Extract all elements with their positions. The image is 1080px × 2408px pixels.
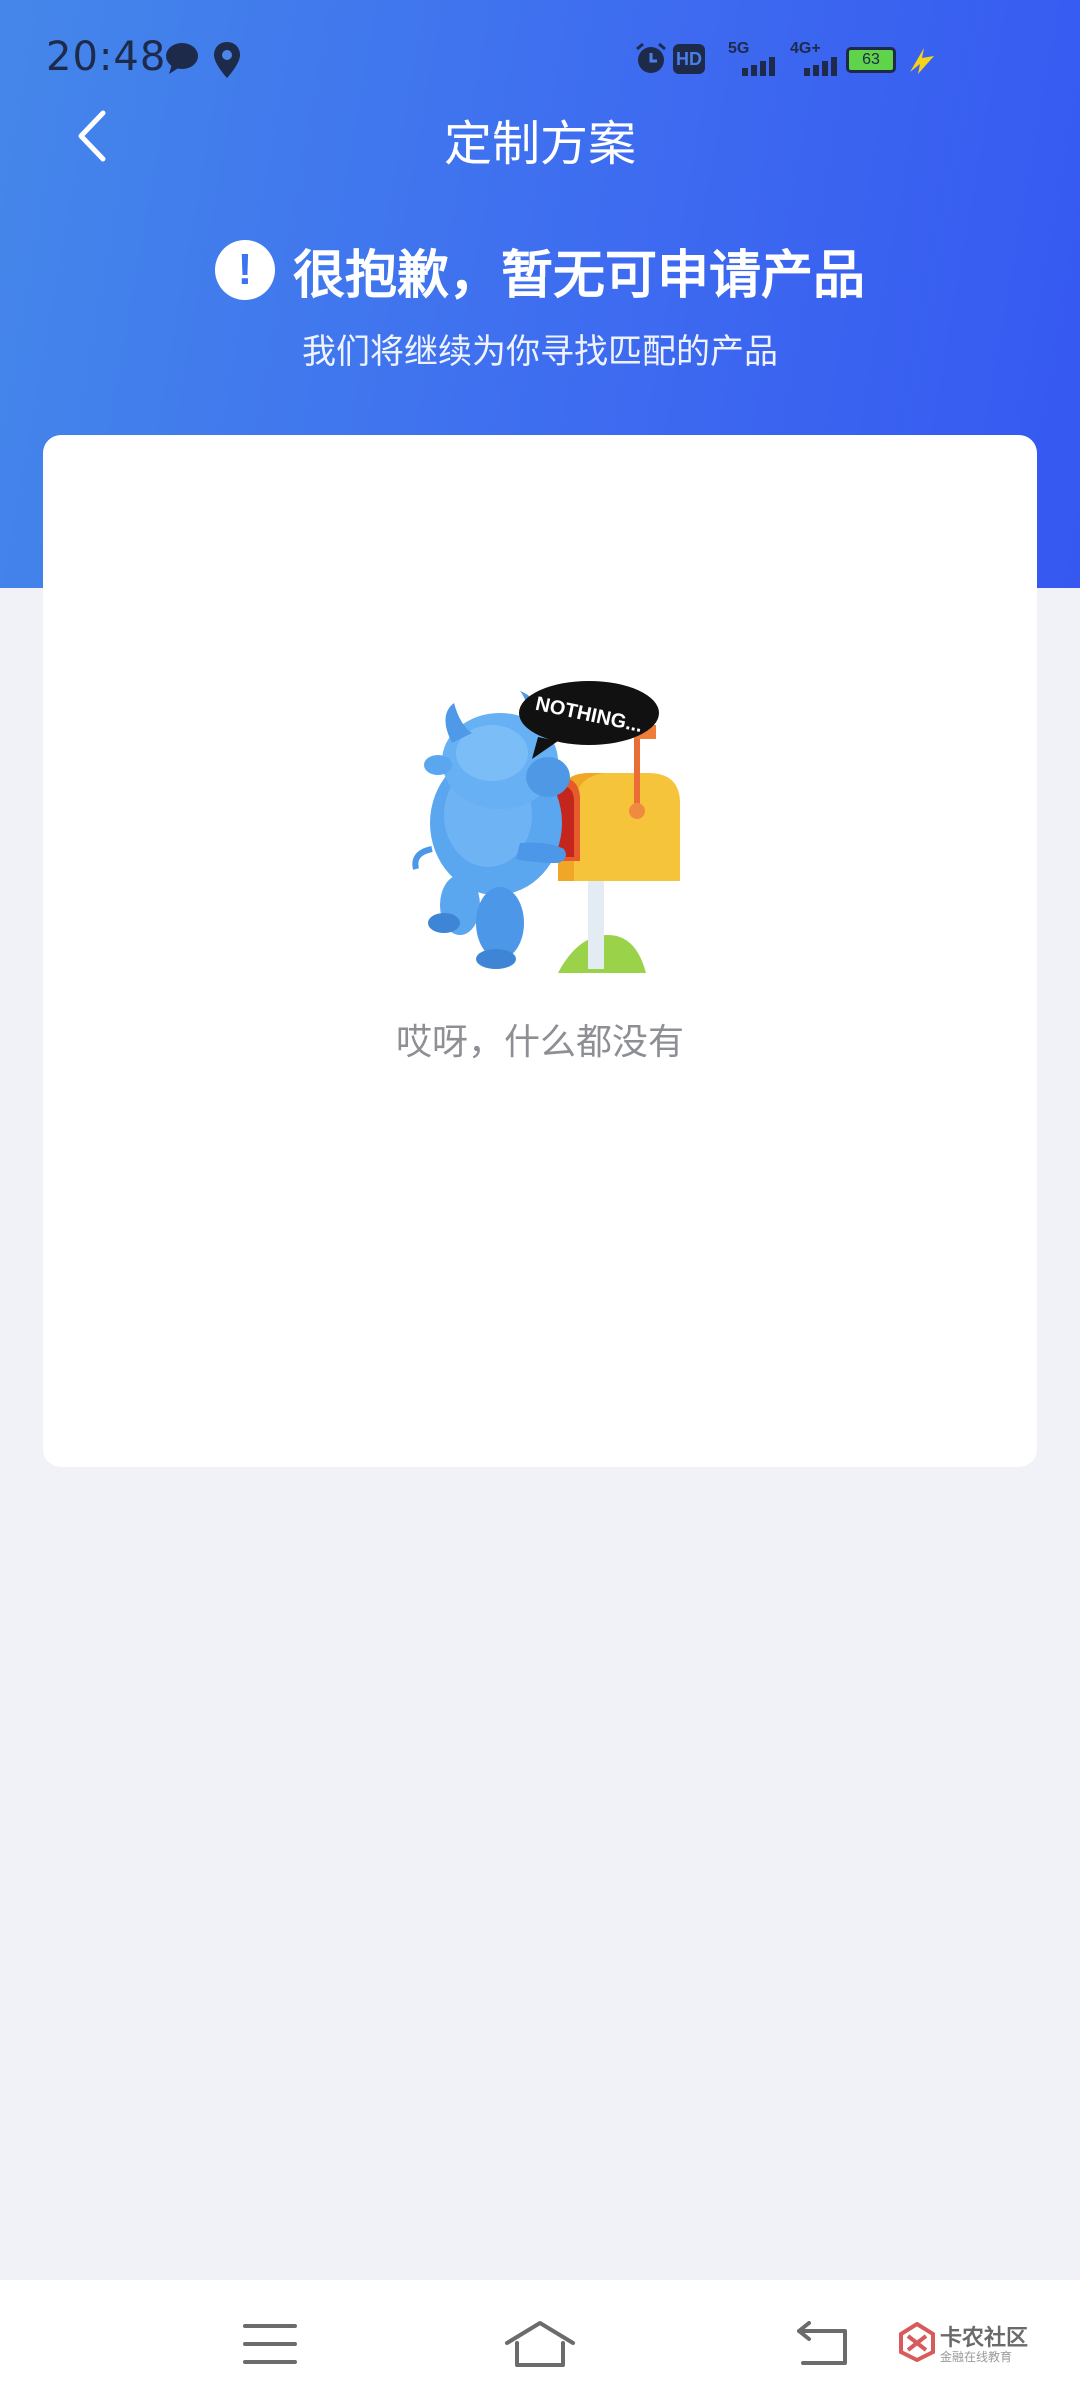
signal-icon xyxy=(804,57,837,76)
alarm-icon xyxy=(636,42,666,73)
notice-row: ! 很抱歉，暂无可申请产品 xyxy=(0,232,1080,308)
system-nav-bar: 卡农社区 金融在线教育 xyxy=(0,2280,1080,2408)
page: 20:48 HD 5G 4G+ 63 定制方案 ! 很抱歉，暂无可申请产品 我们… xyxy=(0,0,1080,2408)
menu-icon xyxy=(243,2324,297,2364)
hd-badge: HD xyxy=(673,44,705,74)
battery-icon: 63 xyxy=(846,47,896,73)
home-button[interactable] xyxy=(480,2300,600,2388)
result-card: NOTHING... 哎呀，什么都没有 xyxy=(43,435,1037,1467)
menu-button[interactable] xyxy=(210,2300,330,2388)
empty-state-message: 哎呀，什么都没有 xyxy=(395,1022,684,1063)
exclamation-circle-icon: ! xyxy=(214,240,275,300)
battery-level: 63 xyxy=(862,51,880,68)
home-icon xyxy=(505,2321,575,2367)
watermark-tagline: 金融在线教育 xyxy=(940,2350,1013,2364)
notice-subtitle: 我们将继续为你寻找匹配的产品 xyxy=(302,332,778,372)
message-icon xyxy=(166,43,198,74)
charging-icon xyxy=(910,48,934,74)
watermark: 卡农社区 金融在线教育 xyxy=(896,2320,1076,2370)
back-arrow-icon xyxy=(797,2321,847,2365)
signal-icon xyxy=(742,57,775,76)
page-title: 定制方案 xyxy=(443,116,636,172)
location-icon xyxy=(214,42,240,78)
status-time: 20:48 xyxy=(46,34,167,80)
watermark-logo xyxy=(899,2322,935,2362)
empty-mailbox-illustration: NOTHING... xyxy=(412,681,680,973)
notice-title: 很抱歉，暂无可申请产品 xyxy=(292,245,865,306)
back-nav-button[interactable] xyxy=(764,2300,884,2388)
status-bar: 20:48 HD 5G 4G+ 63 xyxy=(0,0,1080,120)
